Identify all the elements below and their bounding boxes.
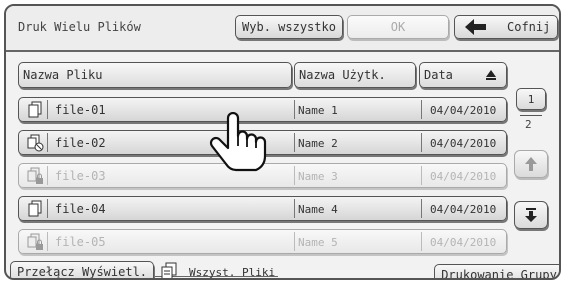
user-name: Name 5 — [298, 236, 338, 249]
arrow-left-icon — [465, 19, 486, 35]
file-name: file-02 — [55, 136, 106, 150]
select-all-button[interactable]: Wyb. wszystko — [235, 15, 343, 39]
file-date: 04/04/2010 — [430, 203, 497, 216]
file-name: file-01 — [55, 103, 106, 117]
file-row-4[interactable]: file-04 Name 4 04/04/2010 — [18, 196, 507, 221]
column-header-file-name-label: Nazwa Pliku — [23, 68, 103, 82]
file-date: 04/04/2010 — [430, 170, 497, 183]
back-label: Cofnij — [507, 20, 551, 34]
arrow-up-icon — [525, 157, 537, 171]
hand-pointer-icon — [209, 112, 267, 172]
arrow-down-icon — [525, 208, 537, 222]
column-header-file-name[interactable]: Nazwa Pliku — [18, 62, 292, 88]
ok-button[interactable]: OK — [347, 15, 449, 39]
back-button[interactable]: Cofnij — [454, 15, 558, 39]
column-header-date-label: Data — [424, 68, 453, 82]
sort-ascending-icon — [486, 70, 496, 80]
document-locked-icon — [27, 233, 43, 250]
ok-label: OK — [390, 20, 406, 34]
header-bar: Druk Wielu Plików Wyb. wszystko OK Cofni… — [6, 6, 559, 52]
user-name: Name 3 — [298, 170, 338, 183]
user-name: Name 1 — [298, 104, 338, 117]
document-restricted-icon — [27, 134, 44, 152]
file-name: file-05 — [55, 235, 106, 249]
all-files-label: Wszyst. Pliki — [189, 266, 276, 279]
file-row-5: file-05 Name 5 04/04/2010 — [18, 229, 507, 254]
document-icon — [28, 101, 42, 118]
file-name: file-04 — [55, 202, 106, 216]
column-header-user-name-label: Nazwa Użytk. — [299, 68, 386, 82]
group-print-button[interactable]: Drukowanie Grupy — [434, 264, 559, 280]
all-files-icon — [161, 262, 177, 278]
total-pages: 2 — [525, 118, 532, 131]
select-all-label: Wyb. wszystko — [242, 20, 336, 34]
document-locked-icon — [27, 167, 43, 184]
scroll-up-button[interactable] — [514, 150, 548, 178]
toggle-display-button[interactable]: Przełącz Wyświetl. — [10, 261, 154, 279]
page-number-button[interactable]: 1 — [516, 88, 546, 110]
file-date: 04/04/2010 — [430, 104, 497, 117]
group-print-label: Drukowanie Grupy — [441, 268, 557, 280]
column-header-date[interactable]: Data — [419, 62, 507, 88]
page-title: Druk Wielu Plików — [18, 20, 141, 34]
document-icon — [28, 200, 42, 217]
file-date: 04/04/2010 — [430, 236, 497, 249]
current-page: 1 — [527, 92, 535, 106]
scroll-down-button[interactable] — [514, 201, 548, 229]
column-header-user-name[interactable]: Nazwa Użytk. — [294, 62, 416, 88]
page-divider — [520, 115, 542, 116]
user-name: Name 2 — [298, 137, 338, 150]
toggle-display-label: Przełącz Wyświetl. — [16, 265, 148, 279]
user-name: Name 4 — [298, 203, 338, 216]
file-name: file-03 — [55, 169, 106, 183]
file-date: 04/04/2010 — [430, 137, 497, 150]
multi-file-print-screen: Druk Wielu Plików Wyb. wszystko OK Cofni… — [4, 4, 561, 280]
